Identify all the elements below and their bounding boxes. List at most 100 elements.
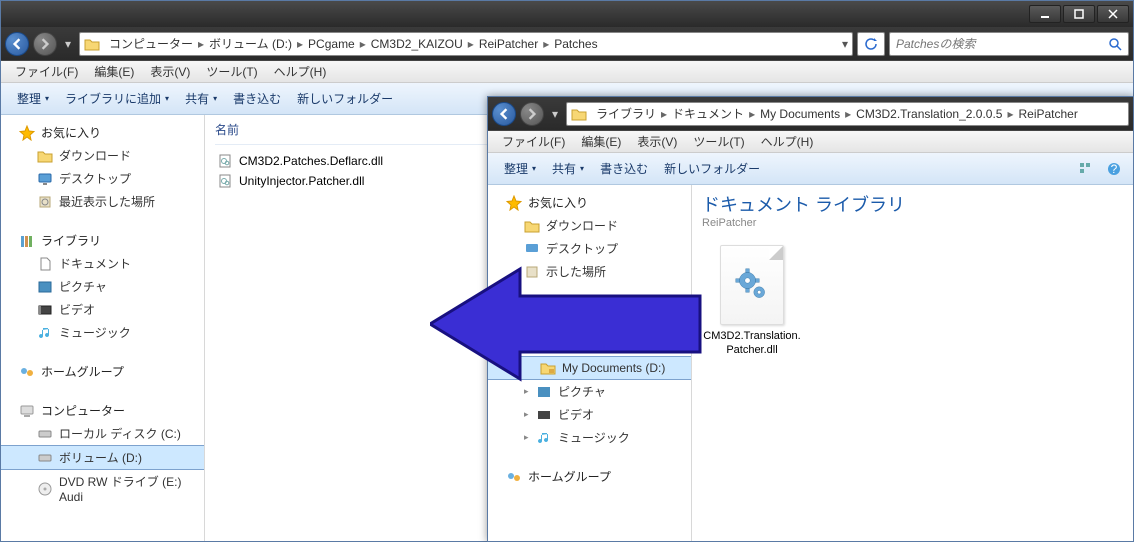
search-icon[interactable] [1108, 37, 1122, 51]
menu-help[interactable]: ヘルプ(H) [753, 131, 822, 152]
nav-history-dropdown[interactable]: ▾ [61, 37, 75, 51]
breadcrumb-item[interactable]: ボリューム (D:) [206, 35, 295, 52]
sidebar-homegroup[interactable]: ホームグループ [488, 465, 691, 488]
breadcrumb-item[interactable]: CM3D2_KAIZOU [368, 37, 466, 51]
address-dropdown-icon[interactable]: ▾ [842, 37, 848, 51]
burn-button[interactable]: 書き込む [592, 157, 656, 180]
gear-icon [734, 267, 770, 303]
desktop-icon [37, 171, 53, 187]
recent-icon [524, 264, 540, 280]
menu-view[interactable]: 表示(V) [142, 61, 198, 82]
breadcrumb-item[interactable]: ReiPatcher [476, 37, 541, 51]
sidebar-favorites[interactable]: お気に入り [1, 121, 204, 144]
video-icon [536, 407, 552, 423]
library-subtitle: ReiPatcher [702, 217, 1123, 229]
organize-button[interactable]: 整理▾ [9, 87, 57, 110]
menu-file[interactable]: ファイル(F) [7, 61, 86, 82]
sidebar-item-recent[interactable]: 示した場所 [488, 260, 691, 283]
sidebar-item-pictures[interactable]: ▸ピクチャ [488, 380, 691, 403]
breadcrumb-item[interactable]: コンピューター [106, 35, 196, 52]
sidebar-item-videos[interactable]: ▸ビデオ [488, 403, 691, 426]
sidebar-item-recent[interactable]: 最近表示した場所 [1, 190, 204, 213]
sidebar-favorites[interactable]: お気に入り [488, 191, 691, 214]
sidebar-item-desktop[interactable]: デスクトップ [488, 237, 691, 260]
help-button[interactable]: ? [1103, 158, 1125, 180]
breadcrumb-item[interactable]: PCgame [305, 37, 358, 51]
search-input[interactable] [896, 37, 1108, 51]
disc-icon [37, 481, 53, 497]
forward-button[interactable] [33, 32, 57, 56]
sidebar-item-desktop[interactable]: デスクトップ [1, 167, 204, 190]
folder-icon [524, 218, 540, 234]
sidebar-homegroup[interactable]: ホームグループ [1, 360, 204, 383]
addressbar[interactable]: コンピューター▸ ボリューム (D:)▸ PCgame▸ CM3D2_KAIZO… [79, 32, 853, 56]
share-button[interactable]: 共有▾ [177, 87, 225, 110]
recent-icon [37, 194, 53, 210]
menu-view[interactable]: 表示(V) [629, 131, 685, 152]
menu-help[interactable]: ヘルプ(H) [266, 61, 335, 82]
sidebar-item-documents[interactable]: ▾ュメント [488, 333, 691, 356]
computer-icon [19, 403, 35, 419]
sidebar-item-documents[interactable]: ドキュメント [1, 252, 204, 275]
breadcrumb-item[interactable]: Patches [551, 37, 600, 51]
library-content: ドキュメント ライブラリ ReiPatcher CM3D2.Translatio… [692, 185, 1133, 541]
breadcrumb: コンピューター▸ ボリューム (D:)▸ PCgame▸ CM3D2_KAIZO… [106, 35, 842, 52]
folder-icon [84, 37, 100, 51]
menu-file[interactable]: ファイル(F) [494, 131, 573, 152]
menu-tools[interactable]: ツール(T) [198, 61, 265, 82]
breadcrumb-item[interactable]: My Documents [757, 107, 843, 121]
new-folder-button[interactable]: 新しいフォルダー [656, 157, 768, 180]
close-button[interactable] [1097, 5, 1129, 23]
sidebar-item-videos[interactable]: ビデオ [1, 298, 204, 321]
refresh-button[interactable] [857, 32, 885, 56]
view-options-button[interactable] [1075, 158, 1097, 180]
sidebar-item-my-documents[interactable]: My Documents (D:) [488, 356, 691, 380]
forward-button[interactable] [520, 102, 544, 126]
share-button[interactable]: 共有▾ [544, 157, 592, 180]
menubar: ファイル(F) 編集(E) 表示(V) ツール(T) ヘルプ(H) [1, 61, 1133, 83]
new-folder-button[interactable]: 新しいフォルダー [289, 87, 401, 110]
explorer-window-2: ▾ ライブラリ▸ ドキュメント▸ My Documents▸ CM3D2.Tra… [487, 96, 1134, 542]
star-icon [19, 125, 35, 141]
searchbox[interactable] [889, 32, 1129, 56]
music-icon [536, 430, 552, 446]
maximize-button[interactable] [1063, 5, 1095, 23]
sidebar-library[interactable]: ライブラリ [1, 229, 204, 252]
sidebar-item-music[interactable]: ▸ミュージック [488, 426, 691, 449]
menu-tools[interactable]: ツール(T) [685, 131, 752, 152]
drive-icon [37, 426, 53, 442]
breadcrumb-item[interactable]: CM3D2.Translation_2.0.0.5 [853, 107, 1005, 121]
picture-icon [536, 384, 552, 400]
back-button[interactable] [5, 32, 29, 56]
back-button[interactable] [492, 102, 516, 126]
navbar: ▾ コンピューター▸ ボリューム (D:)▸ PCgame▸ CM3D2_KAI… [1, 27, 1133, 61]
document-icon [37, 256, 53, 272]
titlebar [1, 1, 1133, 27]
breadcrumb-item[interactable]: ライブラリ [593, 105, 659, 122]
picture-icon [37, 279, 53, 295]
sidebar-item-music[interactable]: ミュージック [1, 321, 204, 344]
sidebar-item-volume-d[interactable]: ボリューム (D:) [1, 445, 204, 470]
sidebar-item-downloads[interactable]: ダウンロード [1, 144, 204, 167]
breadcrumb: ライブラリ▸ ドキュメント▸ My Documents▸ CM3D2.Trans… [593, 105, 1124, 122]
sidebar-item-dvd-rw[interactable]: DVD RW ドライブ (E:) Audi [1, 470, 204, 507]
file-thumbnail[interactable]: CM3D2.Translation.Patcher.dll [702, 245, 802, 357]
sidebar-computer[interactable]: コンピューター [1, 399, 204, 422]
nav-history-dropdown[interactable]: ▾ [548, 107, 562, 121]
breadcrumb-item[interactable]: ドキュメント [669, 105, 747, 122]
minimize-button[interactable] [1029, 5, 1061, 23]
menu-edit[interactable]: 編集(E) [573, 131, 629, 152]
sidebar-item-pictures[interactable]: ピクチャ [1, 275, 204, 298]
sidebar: お気に入り ダウンロード デスクトップ 示した場所 ▾ュメント My Docum… [488, 185, 692, 541]
menu-edit[interactable]: 編集(E) [86, 61, 142, 82]
svg-text:?: ? [1111, 162, 1118, 176]
sidebar-item-local-c[interactable]: ローカル ディスク (C:) [1, 422, 204, 445]
folder-icon [37, 148, 53, 164]
organize-button[interactable]: 整理▾ [496, 157, 544, 180]
add-to-library-button[interactable]: ライブラリに追加▾ [57, 87, 177, 110]
addressbar[interactable]: ライブラリ▸ ドキュメント▸ My Documents▸ CM3D2.Trans… [566, 102, 1129, 126]
breadcrumb-item[interactable]: ReiPatcher [1015, 107, 1080, 121]
document-icon [536, 337, 552, 353]
sidebar-item-downloads[interactable]: ダウンロード [488, 214, 691, 237]
burn-button[interactable]: 書き込む [225, 87, 289, 110]
